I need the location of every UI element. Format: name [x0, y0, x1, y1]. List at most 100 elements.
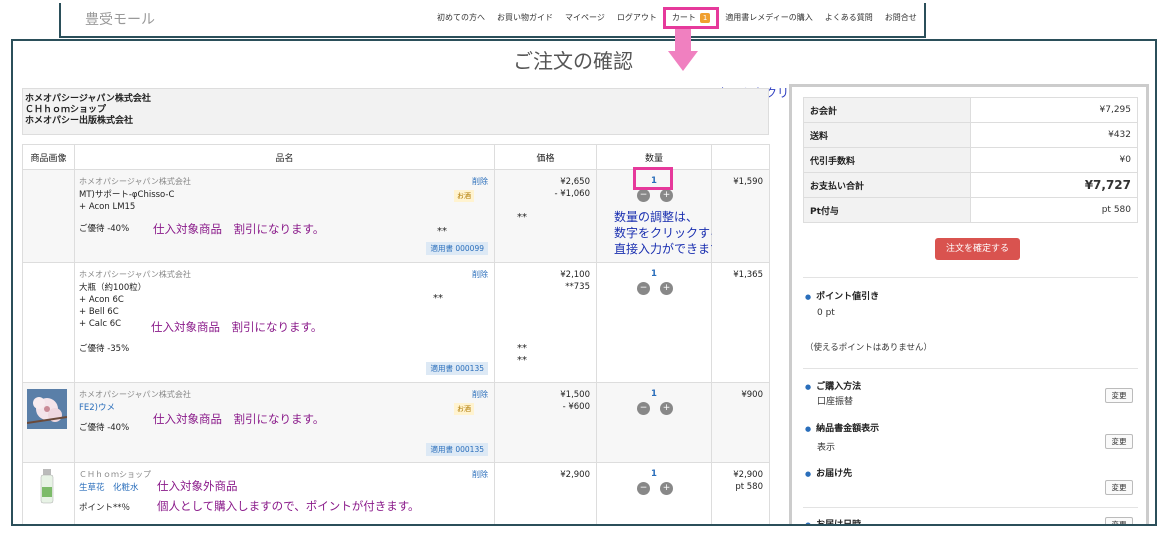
product-thumbnail-blossom[interactable] — [27, 389, 67, 429]
main-nav: 初めての方へ お買い物ガイド マイページ ログアウト カート 1 適用書レメディ… — [431, 7, 923, 29]
alcohol-badge: お酒 — [454, 190, 474, 202]
qty-minus-button[interactable]: − — [637, 189, 650, 202]
qty-plus-button[interactable]: + — [660, 482, 673, 495]
delivery-to-section: お届け先 変更 — [803, 463, 1138, 513]
point-discount-note: （使えるポイントはありません） — [805, 343, 932, 353]
cart-count-badge: 1 — [699, 13, 711, 23]
product-name-cell: ホメオパシージャパン株式会社 削除 大瓶（約100粒） + Acon 6C + … — [74, 262, 495, 383]
annotation-stars: ** — [517, 343, 527, 354]
point-discount-value[interactable]: 0 pt — [817, 308, 835, 318]
summary-row: 送料 ¥432 — [803, 122, 1138, 148]
qty-plus-button[interactable]: + — [660, 282, 673, 295]
qty-plus-button[interactable]: + — [660, 402, 673, 415]
page-title: ご注文の確認 — [513, 49, 633, 73]
alcohol-badge: お酒 — [454, 403, 474, 415]
price-discount: **735 — [565, 282, 590, 292]
remove-link[interactable]: 削除 — [472, 389, 488, 400]
summary-row: Pt付与 pt 580 — [803, 197, 1138, 223]
product-name: MT)サポート-φChisso-C + Acon LM15 — [79, 189, 174, 213]
subtotal-value: ¥900 — [741, 390, 763, 400]
product-name[interactable]: FE2)ウメ — [79, 402, 115, 414]
product-name-line[interactable]: FE2)ウメ — [79, 402, 115, 414]
qty-highlight-box — [633, 167, 673, 190]
order-summary-panel: お会計 ¥7,295 送料 ¥432 代引手数料 ¥0 お支払い合計 ¥7,72… — [789, 84, 1149, 524]
section-title: 納品書金額表示 — [805, 421, 879, 434]
nav-mypage[interactable]: マイページ — [559, 11, 611, 29]
price-value: ¥2,100 **735 — [560, 269, 590, 293]
product-name-line: + Bell 6C — [79, 307, 119, 317]
qty-minus-button[interactable]: − — [637, 482, 650, 495]
summary-row: 代引手数料 ¥0 — [803, 147, 1138, 173]
price-cell: ¥2,650 - ¥1,060 ** — [494, 169, 597, 263]
product-image-cell — [22, 462, 75, 524]
invoice-amount-value: 表示 — [817, 443, 836, 453]
qty-buttons: − + — [637, 189, 673, 202]
site-header: 豊受モール 初めての方へ お買い物ガイド マイページ ログアウト カート 1 適… — [59, 3, 926, 38]
change-button[interactable]: 変更 — [1105, 388, 1133, 403]
remove-link[interactable]: 削除 — [472, 469, 488, 480]
summary-row: お支払い合計 ¥7,727 — [803, 172, 1138, 198]
price-cell: ¥1,500 - ¥600 — [494, 382, 597, 463]
product-name-cell: ホメオパシージャパン株式会社 削除 お酒 FE2)ウメ 仕入対象商品 割引になり… — [74, 382, 495, 463]
voucher-badge[interactable]: 適用書 000135 — [426, 362, 488, 375]
company-name: ＣＨｈｏｍショップ — [25, 105, 107, 115]
down-arrow-icon — [668, 29, 698, 73]
qty-input[interactable]: 1 — [597, 269, 711, 279]
subtotal-cell: ¥1,590 — [711, 169, 770, 263]
product-name-line[interactable]: 生草花 化粧水 — [79, 482, 139, 494]
list-price: ¥2,900 — [560, 470, 590, 480]
summary-label: 送料 — [803, 122, 971, 148]
qty-minus-button[interactable]: − — [637, 282, 650, 295]
site-logo[interactable]: 豊受モール — [85, 9, 155, 29]
product-name-cell: ＣＨｈｏｍショップ 削除 仕入対象外商品 生草花 化粧水 ポイント**％ 個人と… — [74, 462, 495, 524]
column-header-subtotal — [711, 144, 770, 170]
subtotal-value: ¥1,590 — [733, 177, 763, 187]
remove-link[interactable]: 削除 — [472, 176, 488, 187]
qty-plus-button[interactable]: + — [660, 189, 673, 202]
nav-shopping-guide[interactable]: お買い物ガイド — [491, 11, 559, 29]
nav-first-time[interactable]: 初めての方へ — [431, 11, 491, 29]
company-name: ホメオパシージャパン株式会社 — [25, 94, 151, 104]
product-maker: ＣＨｈｏｍショップ — [79, 470, 151, 479]
change-button[interactable]: 変更 — [1105, 517, 1133, 524]
change-button[interactable]: 変更 — [1105, 480, 1133, 495]
annotation-stars: ** — [517, 212, 527, 223]
voucher-badge[interactable]: 適用書 000099 — [426, 242, 488, 255]
nav-remedy-purchase[interactable]: 適用書レメディーの購入 — [719, 11, 818, 29]
discount-rate: ご優待 -40% — [79, 224, 130, 234]
column-header-name: 品名 — [74, 144, 495, 170]
product-name[interactable]: 生草花 化粧水 — [79, 482, 139, 494]
nav-cart[interactable]: カート 1 — [662, 7, 720, 29]
section-title: ご購入方法 — [805, 379, 861, 392]
annotation-purchase-target: 仕入対象商品 割引になります。 — [151, 320, 323, 334]
subtotal-cell: ¥2,900 pt 580 — [711, 462, 770, 524]
nav-logout[interactable]: ログアウト — [611, 11, 663, 29]
annotation-stars: ** — [433, 293, 443, 304]
subtotal-value: ¥2,900 pt 580 — [733, 469, 763, 493]
voucher-badge[interactable]: 適用書 000135 — [426, 443, 488, 456]
product-name-line: + Calc 6C — [79, 319, 122, 329]
table-row: ホメオパシージャパン株式会社 削除 お酒 FE2)ウメ 仕入対象商品 割引になり… — [22, 382, 770, 463]
qty-buttons: − + — [637, 402, 673, 415]
table-header-row: 商品画像 品名 価格 数量 — [22, 144, 770, 170]
summary-value: pt 580 — [970, 197, 1138, 223]
summary-label: 代引手数料 — [803, 147, 971, 173]
product-thumbnail-bottle[interactable] — [27, 467, 67, 507]
nav-faq[interactable]: よくある質問 — [819, 11, 879, 29]
qty-minus-button[interactable]: − — [637, 402, 650, 415]
list-price: ¥1,500 — [560, 390, 590, 400]
product-image-cell — [22, 262, 75, 383]
change-button[interactable]: 変更 — [1105, 434, 1133, 449]
summary-value: ¥0 — [970, 147, 1138, 173]
price-discount: - ¥1,060 — [554, 189, 590, 199]
subtotal-value: ¥1,365 — [733, 270, 763, 280]
confirm-order-button[interactable]: 注文を確定する — [935, 238, 1020, 260]
delivery-date-section: お届け日時 変更 — [803, 507, 1138, 524]
qty-cell: 1 − + — [596, 462, 712, 524]
point-rate: ポイント**％ — [79, 503, 131, 513]
qty-input[interactable]: 1 — [597, 389, 711, 399]
qty-input[interactable]: 1 — [597, 469, 711, 479]
product-name-line: 大瓶（約100粒） — [79, 283, 147, 293]
remove-link[interactable]: 削除 — [472, 269, 488, 280]
nav-contact[interactable]: お問合せ — [879, 11, 923, 29]
